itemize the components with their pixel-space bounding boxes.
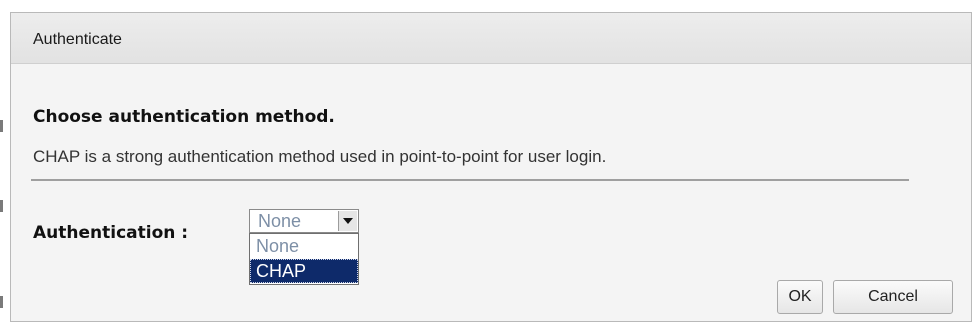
dialog-title: Authenticate	[33, 31, 122, 48]
section-heading: Choose authentication method.	[33, 107, 335, 127]
window-edge-mark	[0, 200, 3, 212]
dropdown-toggle[interactable]	[338, 211, 357, 231]
divider	[31, 179, 909, 181]
dialog-title-bar	[11, 13, 971, 64]
window-edge-mark	[0, 120, 3, 132]
option-chap[interactable]: CHAP	[250, 259, 358, 283]
option-none[interactable]: None	[250, 234, 358, 258]
section-description: CHAP is a strong authentication method u…	[33, 147, 607, 166]
window-edge-mark	[0, 296, 3, 308]
screen: Authenticate Choose authentication metho…	[0, 0, 976, 326]
authentication-label: Authentication :	[33, 223, 189, 243]
cancel-button[interactable]: Cancel	[833, 280, 953, 314]
authentication-dropdown-list: None CHAP	[249, 233, 359, 285]
authentication-select-value: None	[258, 211, 302, 231]
authentication-select[interactable]: None	[249, 209, 359, 233]
authenticate-dialog: Authenticate Choose authentication metho…	[10, 12, 972, 322]
ok-button[interactable]: OK	[777, 280, 823, 314]
chevron-down-icon	[343, 218, 353, 224]
